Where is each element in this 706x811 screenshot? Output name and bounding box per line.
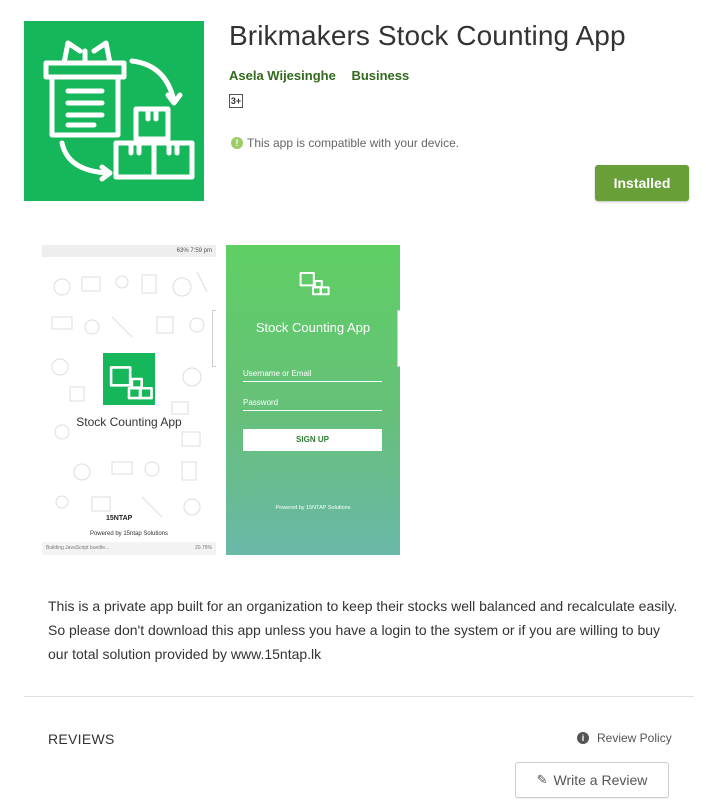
- info-icon: i: [577, 732, 589, 744]
- content-rating-badge: 3+: [229, 94, 243, 108]
- developer-link[interactable]: Asela Wijesinghe: [229, 68, 336, 83]
- screenshot-splash[interactable]: 63% 7:59 pm Stock Counting App 15NTAP Po…: [42, 245, 216, 555]
- installed-button[interactable]: Installed: [595, 165, 689, 201]
- username-field: Username or Email: [243, 369, 382, 382]
- splash-title: Stock Counting App: [76, 415, 182, 429]
- splash-logo-icon: [103, 353, 155, 405]
- section-divider: [24, 696, 694, 697]
- description-line: So please don't download this app unless…: [48, 622, 661, 638]
- password-field: Password: [243, 398, 382, 411]
- signup-button: SIGN UP: [243, 429, 382, 451]
- status-right: 63% 7:59 pm: [176, 248, 212, 254]
- app-description: This is a private app built for an organ…: [48, 594, 678, 666]
- compatibility-message: ! This app is compatible with your devic…: [231, 136, 459, 150]
- login-powered-text: Powered by 15NTAP Solutions: [275, 505, 351, 511]
- login-logo-icon: [299, 272, 330, 296]
- category-link[interactable]: Business: [351, 68, 409, 83]
- login-title: Stock Counting App: [255, 320, 371, 335]
- app-title: Brikmakers Stock Counting App: [229, 20, 626, 51]
- app-meta: Asela Wijesinghe Business: [229, 68, 421, 83]
- bundle-progress: 20.76%: [195, 545, 212, 551]
- splash-powered-text: Powered by 15ntap Solutions: [89, 531, 169, 537]
- bundle-text: Building JavaScript bundle...: [46, 545, 110, 551]
- info-icon: !: [231, 137, 243, 149]
- bundle-status: Building JavaScript bundle... 20.76%: [42, 542, 216, 555]
- review-policy-label: Review Policy: [597, 731, 672, 745]
- description-line: our total solution provided by www.15nta…: [48, 646, 322, 662]
- compatibility-text: This app is compatible with your device.: [247, 136, 460, 150]
- brand-logo: 15NTAP: [106, 515, 133, 522]
- write-review-label: Write a Review: [553, 772, 648, 788]
- review-policy-link[interactable]: i Review Policy: [577, 731, 672, 745]
- app-logo-icon: [24, 21, 204, 201]
- pencil-icon: ✎: [536, 772, 548, 787]
- screenshot-login[interactable]: Stock Counting App Username or Email Pas…: [226, 245, 400, 555]
- reviews-heading: REVIEWS: [48, 731, 115, 747]
- next-screenshot-peek: [212, 310, 216, 367]
- write-review-button[interactable]: ✎ Write a Review: [515, 762, 669, 798]
- description-line: This is a private app built for an organ…: [48, 598, 678, 614]
- status-bar: 63% 7:59 pm: [42, 245, 216, 257]
- prev-screenshot-peek: [397, 310, 400, 367]
